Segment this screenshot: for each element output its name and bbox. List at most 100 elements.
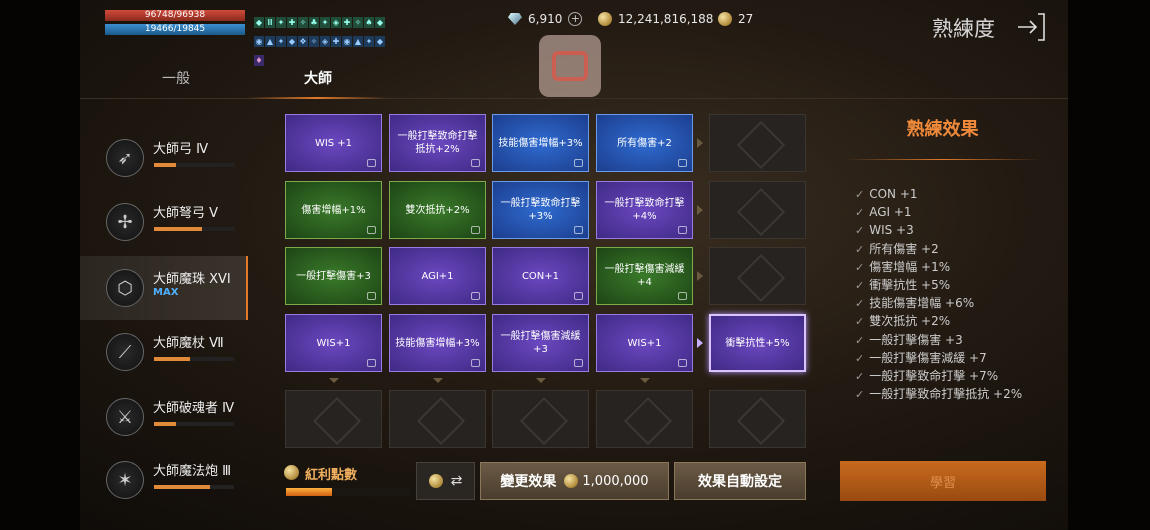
mastery-cell[interactable]: 一般打擊傷害減緩+4: [596, 247, 693, 305]
swap-arrows-icon: ⇄: [450, 473, 463, 489]
mastery-cell[interactable]: [596, 390, 693, 448]
mastery-cell[interactable]: [709, 390, 806, 448]
mastery-cell[interactable]: 一般打擊致命打擊+3%: [492, 181, 589, 239]
buff-icon: ✦: [276, 36, 286, 47]
lock-icon: [367, 359, 376, 367]
tab-master[interactable]: 大師: [304, 68, 332, 88]
down-arrow-icon: [329, 378, 339, 383]
mastery-cell[interactable]: 雙次抵抗+2%: [389, 181, 486, 239]
check-icon: ✓: [855, 206, 865, 220]
learn-button[interactable]: 學習: [840, 461, 1046, 501]
effect-text: WIS +3: [869, 223, 914, 238]
effect-text: 一般打擊傷害 +3: [869, 332, 963, 347]
gold-currency: 12,241,816,188: [598, 12, 713, 26]
weapon-name: 大師魔杖 Ⅶ: [153, 336, 224, 351]
lock-icon: [678, 226, 687, 234]
sidebar-item-soulbreaker[interactable]: ⚔ 大師破魂者 Ⅳ: [80, 385, 248, 449]
effect-item: ✓ 一般打擊傷害 +3: [855, 331, 1022, 349]
check-icon: ✓: [855, 369, 865, 383]
weapon-progress: [154, 422, 234, 426]
exit-icon[interactable]: [1016, 12, 1046, 42]
buff-icon: ◈: [320, 36, 330, 47]
cell-effect-text: 技能傷害增幅+3%: [395, 337, 480, 349]
effect-text: 技能傷害增幅 +6%: [869, 296, 975, 311]
weapon-name: 大師魔法炮 Ⅲ: [153, 464, 232, 479]
effect-item: ✓ 一般打擊傷害減緩 +7: [855, 349, 1022, 367]
gold-coin-icon: [598, 12, 612, 26]
token-currency: 27: [718, 12, 753, 26]
check-icon: ✓: [855, 333, 865, 347]
down-arrow-icon: [433, 378, 443, 383]
check-icon: ✓: [855, 388, 865, 402]
effect-item: ✓ WIS +3: [855, 221, 1022, 239]
sidebar-item-crossbow[interactable]: ✢ 大師弩弓 Ⅴ: [80, 190, 248, 254]
sidebar-item-magic-cannon[interactable]: ✶ 大師魔法炮 Ⅲ: [80, 448, 248, 512]
mastery-cell[interactable]: 一般打擊致命打擊抵抗+2%: [389, 114, 486, 172]
effect-text: 一般打擊致命打擊抵抗 +2%: [869, 387, 1023, 402]
magic-cannon-icon: ✶: [106, 461, 144, 499]
effect-text: 傷害增幅 +1%: [869, 259, 951, 274]
mastery-cell[interactable]: [709, 247, 806, 305]
mastery-cell[interactable]: [285, 390, 382, 448]
gold-count: 12,241,816,188: [618, 12, 714, 26]
buff-icon: ◉: [342, 36, 352, 47]
change-effect-button[interactable]: 變更效果 1,000,000: [480, 462, 669, 500]
bonus-points-bar: [286, 488, 410, 496]
effect-item: ✓ 一般打擊致命打擊 +7%: [855, 367, 1022, 385]
lock-icon: [678, 359, 687, 367]
mastery-cell[interactable]: [492, 390, 589, 448]
effect-text: CON +1: [869, 187, 918, 201]
right-letterbox: [1068, 0, 1150, 530]
mastery-cell[interactable]: [709, 114, 806, 172]
mastery-cell[interactable]: CON+1: [492, 247, 589, 305]
crossbow-icon: ✢: [106, 203, 144, 241]
mastery-cell[interactable]: WIS+1: [285, 314, 382, 372]
tab-general[interactable]: 一般: [162, 68, 190, 88]
game-screen: 96748/96938 19466/19845 ◆ Ⅲ ✦ ✚ ✧ ♣ ✦ ◈ ✚ ✧ ♠ ◆ ◉ ▲ ✦…: [0, 0, 1150, 530]
mastery-cell[interactable]: [709, 181, 806, 239]
mastery-cell[interactable]: 技能傷害增幅+3%: [492, 114, 589, 172]
effect-text: 雙次抵抗 +2%: [869, 314, 951, 329]
mastery-cell[interactable]: 一般打擊傷害減緩+3: [492, 314, 589, 372]
tab-divider: [80, 98, 1068, 99]
left-letterbox: [0, 0, 80, 530]
mastery-cell[interactable]: WIS+1: [596, 314, 693, 372]
cell-effect-text: CON+1: [521, 270, 560, 282]
mastery-cell[interactable]: 技能傷害增幅+3%: [389, 314, 486, 372]
hp-bar: 96748/96938: [105, 10, 245, 21]
mastery-cell[interactable]: 傷害增幅+1%: [285, 181, 382, 239]
buff-icon: ◈: [331, 17, 341, 28]
effect-text: 衝擊抗性 +5%: [869, 277, 951, 292]
cell-effect-text: 一般打擊致命打擊抵抗+2%: [397, 131, 478, 155]
auto-set-label: 效果自動設定: [698, 474, 782, 490]
down-arrow-icon: [640, 378, 650, 383]
mastery-cell[interactable]: AGI+1: [389, 247, 486, 305]
check-icon: ✓: [855, 188, 865, 201]
change-effect-price: 1,000,000: [564, 474, 649, 489]
lock-icon: [471, 159, 480, 167]
mastery-cell[interactable]: 一般打擊傷害+3: [285, 247, 382, 305]
mastery-cell[interactable]: 衝擊抗性+5%: [709, 314, 806, 372]
sidebar-item-bow[interactable]: ➶ 大師弓 Ⅳ: [80, 126, 248, 190]
mastery-cell[interactable]: WIS +1: [285, 114, 382, 172]
mastery-cell[interactable]: 所有傷害+2: [596, 114, 693, 172]
buff-icon: Ⅲ: [265, 17, 275, 28]
buff-icon: ♠: [364, 17, 374, 28]
swap-button[interactable]: ⇄: [416, 462, 475, 500]
check-icon: ✓: [855, 297, 865, 311]
sidebar-item-wand[interactable]: ⟋ 大師魔杖 Ⅶ: [80, 320, 248, 384]
check-icon: ✓: [855, 242, 865, 256]
effect-text: 所有傷害 +2: [869, 241, 939, 256]
cell-effect-text: 一般打擊致命打擊+3%: [500, 198, 581, 222]
coin-icon: [428, 474, 443, 488]
mastery-cell[interactable]: 一般打擊致命打擊+4%: [596, 181, 693, 239]
buff-icon: ✦: [276, 17, 286, 28]
mastery-cell[interactable]: [389, 390, 486, 448]
gold-coin-icon: [564, 474, 579, 488]
sidebar-item-orb[interactable]: ⬡ 大師魔珠 XVI MAX: [80, 256, 248, 320]
auto-set-button[interactable]: 效果自動設定: [674, 462, 806, 500]
weapon-progress: [154, 485, 234, 489]
effect-text: 一般打擊傷害減緩 +7: [869, 350, 987, 365]
cast-overlay-icon[interactable]: [539, 35, 601, 97]
add-gems-icon[interactable]: +: [568, 12, 583, 26]
